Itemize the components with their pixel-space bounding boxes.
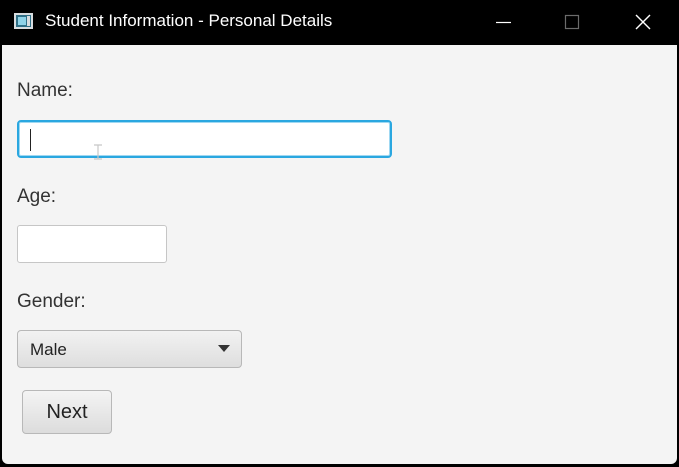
ibeam-cursor-icon xyxy=(94,144,102,160)
gender-selected-value: Male xyxy=(30,340,67,359)
name-label: Name: xyxy=(17,80,73,101)
age-label: Age: xyxy=(17,186,57,207)
maximize-button[interactable] xyxy=(537,0,607,45)
app-icon xyxy=(14,13,33,29)
close-icon xyxy=(635,14,651,30)
form-panel: Name: Age: Gender: Male Next xyxy=(2,45,677,464)
close-button[interactable] xyxy=(607,0,677,45)
application-window: Student Information - Personal Details N… xyxy=(0,0,679,467)
gender-select[interactable]: Male xyxy=(17,330,242,368)
gender-label: Gender: xyxy=(17,291,86,312)
age-input[interactable] xyxy=(17,225,167,263)
title-bar[interactable]: Student Information - Personal Details xyxy=(0,0,679,45)
text-caret xyxy=(30,129,31,151)
next-button[interactable]: Next xyxy=(22,390,112,434)
minimize-button[interactable] xyxy=(467,0,537,45)
chevron-down-icon xyxy=(218,345,230,352)
name-input[interactable] xyxy=(17,120,392,160)
minimize-icon xyxy=(496,21,511,24)
maximize-icon xyxy=(564,14,580,30)
window-title: Student Information - Personal Details xyxy=(45,11,333,30)
